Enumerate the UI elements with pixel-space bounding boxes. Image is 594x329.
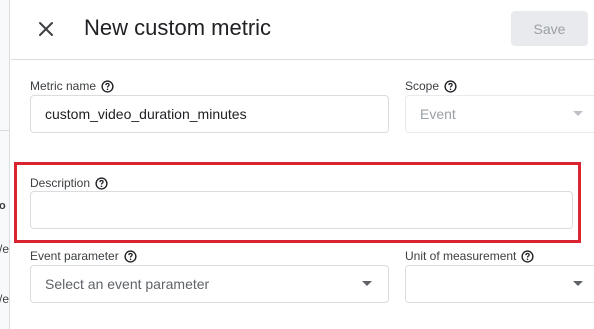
save-button[interactable]: Save bbox=[511, 11, 588, 46]
unit-of-measurement-select[interactable] bbox=[405, 265, 594, 303]
panel-title: New custom metric bbox=[84, 15, 272, 40]
panel-header: New custom metric Save bbox=[11, 0, 594, 60]
unit-of-measurement-label-text: Unit of measurement bbox=[405, 249, 517, 263]
event-parameter-label: Event parameter bbox=[30, 249, 137, 263]
event-parameter-label-text: Event parameter bbox=[30, 249, 119, 263]
chevron-down-icon bbox=[362, 281, 372, 286]
scope-label: Scope bbox=[405, 79, 457, 93]
chevron-down-icon bbox=[573, 111, 583, 116]
close-icon bbox=[39, 22, 53, 36]
custom-metric-panel: New custom metric Save Metric name custo… bbox=[11, 0, 594, 329]
scope-value: Event bbox=[420, 106, 456, 122]
metric-name-label-text: Metric name bbox=[30, 79, 97, 93]
scope-label-text: Scope bbox=[405, 79, 440, 93]
metric-name-value: custom_video_duration_minutes bbox=[45, 106, 247, 122]
scope-select: Event bbox=[405, 95, 594, 133]
event-parameter-select[interactable]: Select an event parameter bbox=[30, 265, 389, 303]
description-highlight-box bbox=[14, 162, 581, 243]
metric-name-input[interactable]: custom_video_duration_minutes bbox=[30, 95, 389, 133]
background-text-fragment: o bbox=[0, 200, 6, 212]
metric-name-label: Metric name bbox=[30, 79, 114, 93]
chevron-down-icon bbox=[573, 281, 583, 286]
help-icon[interactable] bbox=[521, 249, 534, 263]
help-icon[interactable] bbox=[101, 79, 114, 93]
unit-of-measurement-label: Unit of measurement bbox=[405, 249, 534, 263]
background-text-fragment: /e bbox=[0, 292, 10, 306]
help-icon[interactable] bbox=[444, 79, 457, 93]
background-text-fragment: /e bbox=[0, 242, 10, 256]
background-page-strip: o /e /e bbox=[0, 0, 10, 329]
help-icon[interactable] bbox=[124, 249, 137, 263]
close-button[interactable] bbox=[33, 16, 59, 42]
event-parameter-placeholder: Select an event parameter bbox=[45, 276, 210, 292]
